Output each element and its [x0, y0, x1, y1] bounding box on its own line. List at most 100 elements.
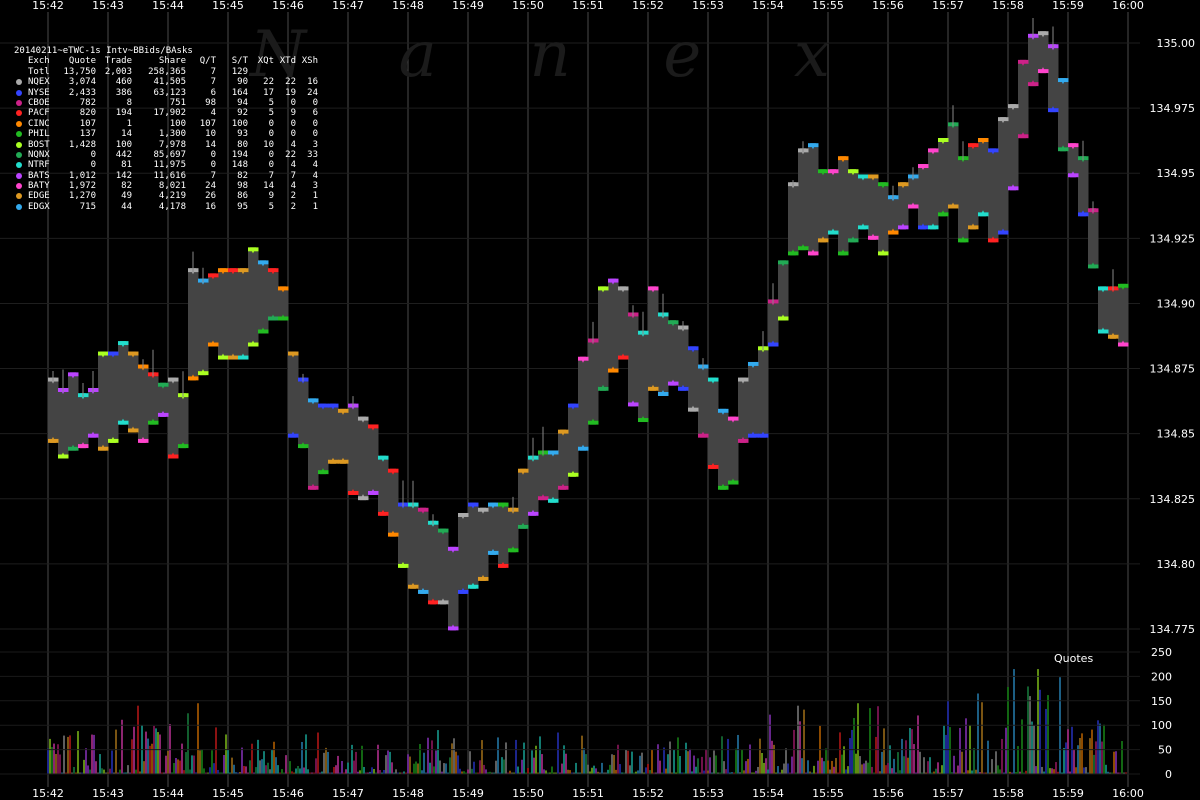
- quote-tick-label: 50: [1158, 744, 1172, 757]
- time-tick-label: 15:43: [92, 787, 124, 800]
- legend-row-nyse: NYSE 2,433 386 63,123 6 164 17 19 24: [14, 88, 318, 98]
- legend-cell: 16: [205, 201, 216, 212]
- legend-cell: 100: [169, 118, 186, 129]
- spread-bar: [608, 282, 619, 369]
- spread-bar: [278, 290, 289, 317]
- legend-row-pacf: PACF 820 194 17,902 4 92 5 9 6: [14, 108, 318, 118]
- spread-bar: [308, 402, 319, 486]
- price-tick-label: 134.95: [1157, 167, 1196, 180]
- spread-bar: [578, 360, 589, 447]
- legend-cell: 0: [268, 118, 274, 129]
- col-header: Exch: [28, 56, 50, 67]
- legend-cell: 95: [237, 201, 248, 212]
- spread-bar: [748, 365, 759, 434]
- spread-bar: [1008, 108, 1019, 187]
- legend-cell: 460: [115, 77, 132, 88]
- spread-bar: [508, 511, 519, 549]
- legend-cell: 1: [312, 201, 318, 212]
- col-header: Share: [158, 56, 186, 67]
- legend-cell: 3,074: [68, 77, 96, 88]
- legend-cell: 2: [290, 201, 296, 212]
- spread-bar: [378, 459, 389, 512]
- legend-cell: 7: [210, 170, 216, 181]
- spread-bar: [868, 178, 879, 236]
- legend-cell: 751: [169, 97, 186, 108]
- spread-bar: [658, 316, 669, 392]
- time-tick-label: 15:48: [392, 0, 424, 12]
- spread-bar: [1058, 82, 1069, 148]
- legend-cell: 81: [121, 160, 132, 171]
- spread-bar: [258, 264, 269, 330]
- time-axis-bottom: 15:42 15:43 15:44 15:45 15:46 15:47 15:48 15:49…: [32, 787, 1144, 800]
- price-tick-label: 134.90: [1157, 297, 1196, 310]
- spread-bar: [188, 272, 199, 377]
- legend-cell: 49: [121, 191, 132, 202]
- legend-cell: BATS: [28, 170, 50, 181]
- time-tick-label: 15:48: [392, 787, 424, 800]
- price-tick-label: 134.85: [1157, 428, 1196, 441]
- legend-cell: 41,505: [153, 77, 186, 88]
- legend-cell: 0: [290, 118, 296, 129]
- spread-bar: [438, 532, 449, 601]
- spread-bar: [328, 407, 339, 460]
- time-tick-label: 15:53: [692, 0, 724, 12]
- legend-cell: 22: [285, 77, 296, 88]
- spread-bar: [478, 511, 489, 577]
- legend-cell: 7,978: [158, 139, 186, 150]
- legend-cell: 33: [307, 149, 318, 160]
- legend-row-ntrf: NTRF 0 81 11,975 0 148 0 4 4: [14, 160, 318, 170]
- legend-cell: 4,219: [158, 191, 186, 202]
- price-tick-label: 135.00: [1157, 37, 1196, 50]
- exchange-color-dot: [14, 191, 28, 201]
- spread-bar: [618, 290, 629, 356]
- legend-cell: 442: [115, 149, 132, 160]
- time-tick-label: 15:57: [932, 0, 964, 12]
- legend-cell: 8: [126, 97, 132, 108]
- legend-cell: 14: [263, 181, 274, 192]
- legend-cell: 4: [290, 160, 296, 171]
- spread-bar: [318, 407, 329, 471]
- time-tick-label: 15:51: [572, 0, 604, 12]
- legend-cell: 137: [79, 129, 96, 140]
- spread-bar: [168, 381, 179, 455]
- spread-bar: [518, 472, 529, 525]
- legend-cell: NTRF: [28, 160, 50, 171]
- spread-bar: [448, 550, 459, 627]
- spread-bar: [78, 397, 89, 445]
- time-tick-label: 15:52: [632, 0, 664, 12]
- spread-bar: [68, 376, 79, 447]
- spread-bar: [418, 511, 429, 590]
- legend-cell: 7: [210, 66, 216, 77]
- legend-cell: 17,902: [153, 108, 186, 119]
- legend-cell: 22: [285, 149, 296, 160]
- exchange-color-dot: [14, 77, 28, 87]
- spread-bar: [588, 342, 599, 421]
- legend-cell: 4: [312, 160, 318, 171]
- legend-cell: 4: [290, 139, 296, 150]
- legend-cell: 194: [231, 149, 248, 160]
- legend-cell: 194: [115, 108, 132, 119]
- exchange-color-dot: [14, 119, 28, 129]
- legend-cell: 98: [205, 97, 216, 108]
- spread-bar: [668, 324, 679, 382]
- spread-bar: [498, 506, 509, 564]
- legend-row-bost: BOST 1,428 100 7,978 14 80 10 4 3: [14, 140, 318, 150]
- legend-cell: [296, 67, 318, 77]
- time-tick-label: 15:50: [512, 0, 544, 12]
- legend-cell: 17: [263, 87, 274, 98]
- legend-row-baty: BATY 1,972 82 8,021 24 98 14 4 3: [14, 181, 318, 191]
- legend-header-row: Exch Quote Trade Share Q/T S/T XQt XTd X…: [14, 56, 318, 66]
- spread-bar: [598, 290, 609, 387]
- spread-bar: [1038, 35, 1049, 70]
- legend-cell: CINC: [28, 118, 50, 129]
- legend-cell: 4: [290, 181, 296, 192]
- spread-bar: [688, 350, 699, 408]
- legend-cell: 2: [290, 191, 296, 202]
- col-header: S/T: [231, 56, 248, 67]
- spread-bar: [158, 386, 169, 413]
- time-tick-label: 15:44: [152, 0, 184, 12]
- spread-bar: [548, 454, 559, 499]
- spread-bar: [368, 428, 379, 491]
- legend-cell: 85,697: [153, 149, 186, 160]
- legend-cell: NQEX: [28, 77, 50, 88]
